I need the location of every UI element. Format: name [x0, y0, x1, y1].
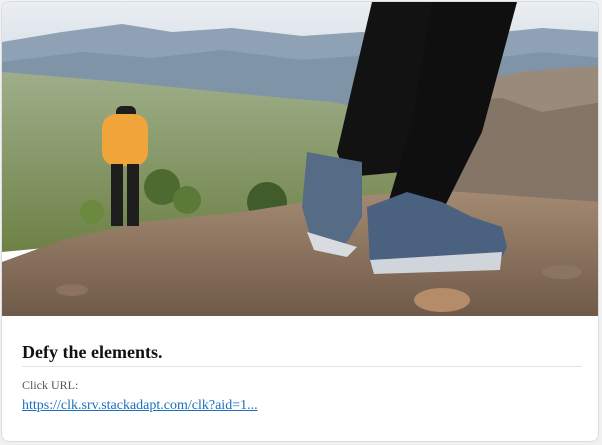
click-url-label: Click URL: — [22, 378, 79, 392]
hero-photo[interactable] — [2, 2, 599, 316]
ad-card: Defy the elements. Click URL: https://cl… — [1, 1, 599, 442]
ad-headline[interactable]: Defy the elements. — [22, 340, 582, 367]
ad-body: Defy the elements. Click URL: https://cl… — [22, 340, 582, 415]
click-url-link[interactable]: https://clk.srv.stackadapt.com/clk?aid=1… — [22, 397, 258, 415]
